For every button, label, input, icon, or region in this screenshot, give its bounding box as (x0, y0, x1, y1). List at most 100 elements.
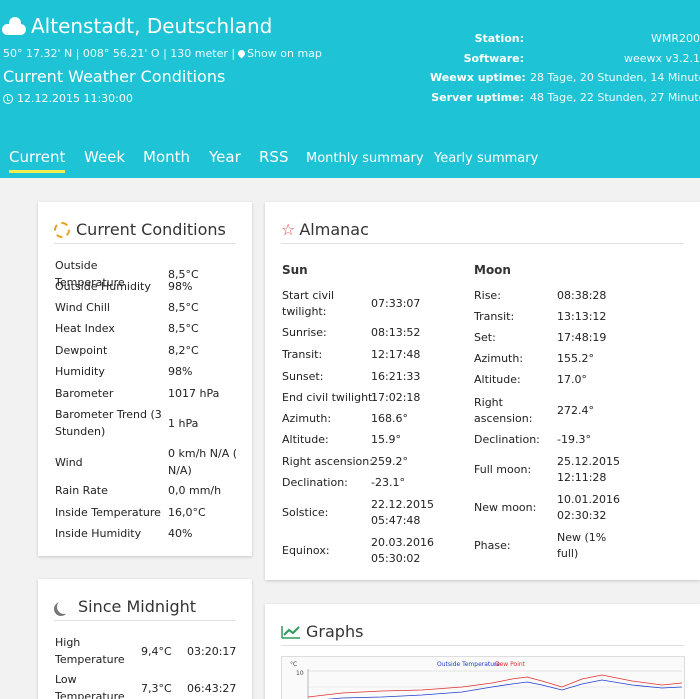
sun-row: Declination: -23.1° (282, 475, 456, 491)
sun-row: Altitude: 15.9° (282, 432, 456, 448)
condition-label: Rain Rate (55, 484, 108, 497)
tab-monthly-summary[interactable]: Monthly summary (306, 151, 424, 166)
moon-row: Transit: 13:13:12 (474, 309, 647, 325)
condition-value: 8,5°C (168, 322, 199, 335)
moon-column-title: Moon (474, 263, 511, 277)
info-value: 28 Tage, 20 Stunden, 14 Minuten (530, 71, 700, 85)
card-title: Almanac (299, 220, 369, 239)
midnight-row: High Temperature 9,4°C 03:20:17 (55, 634, 247, 668)
sun-value: -23.1° (371, 476, 405, 489)
condition-value: 16,0°C (168, 506, 206, 519)
tab-week[interactable]: Week (84, 148, 125, 166)
sun-label: Start civil twilight: (282, 289, 335, 318)
moon-value: 17:48:19 (557, 331, 607, 344)
sun-label: Declination: (282, 476, 348, 489)
star-icon: ☆ (281, 219, 296, 239)
condition-value: 8,2°C (168, 344, 199, 357)
condition-row: Humidity 98% (55, 363, 258, 380)
sun-label: Equinox: (282, 544, 330, 557)
condition-value: 8,5°C (168, 301, 199, 314)
condition-label: Barometer Trend (3 Stunden) (55, 408, 162, 438)
moon-label: Rise: (474, 289, 501, 302)
sun-label: Sunrise: (282, 326, 327, 339)
condition-label: Wind Chill (55, 301, 110, 314)
moon-label: New moon: (474, 501, 537, 514)
moon-label: Altitude: (474, 373, 521, 386)
info-value: 48 Tage, 22 Stunden, 27 Minuten (530, 90, 700, 104)
midnight-label: High Temperature (55, 636, 125, 666)
condition-value: 40% (168, 527, 193, 540)
sun-value: 07:33:07 (371, 297, 421, 310)
condition-value: 98% (168, 280, 193, 293)
midnight-value: 7,3°C (141, 681, 172, 695)
sun-row: Right ascension: 259.2° (282, 454, 456, 470)
tab-month[interactable]: Month (143, 148, 190, 166)
card-header: Graphs (281, 622, 684, 646)
card-title: Current Conditions (76, 220, 226, 239)
sun-value: 20.03.2016 05:30:02 (371, 536, 434, 565)
sun-row: Equinox: 20.03.2016 05:30:02 (282, 535, 456, 567)
conditions-title: Current Weather Conditions (3, 67, 226, 86)
coordinates-text: 50° 17.32' N | 008° 56.21' O | 130 meter… (3, 47, 236, 60)
moon-value: 13:13:12 (557, 310, 607, 323)
graph-y-tick: 10 (296, 670, 304, 677)
info-label: Server uptime: (431, 90, 524, 104)
site-header: Altenstadt, Deutschland 50° 17.32' N | 0… (0, 0, 700, 178)
moon-label: Phase: (474, 539, 511, 552)
sun-label: Solstice: (282, 506, 329, 519)
sun-row: Sunrise: 08:13:52 (282, 325, 456, 341)
sun-icon (54, 221, 70, 238)
sun-row: Azimuth: 168.6° (282, 411, 456, 427)
card-title: Graphs (306, 622, 364, 641)
card-header: Current Conditions (54, 220, 236, 244)
graph-temperature-line (307, 674, 683, 698)
tab-current[interactable]: Current (9, 148, 66, 173)
moon-label: Right ascension: (474, 396, 533, 425)
sun-value: 259.2° (371, 455, 408, 468)
info-row: Station: WMR200 (430, 29, 700, 49)
sun-label: Altitude: (282, 433, 329, 446)
moon-label: Full moon: (474, 463, 532, 476)
moon-label: Transit: (474, 310, 515, 323)
sun-value: 12:17:48 (371, 348, 421, 361)
sun-value: 16:21:33 (371, 370, 421, 383)
moon-value: 272.4° (557, 404, 594, 417)
tab-rss[interactable]: RSS (259, 148, 288, 166)
moon-value: -19.3° (557, 433, 591, 446)
condition-row: Wind Chill 8,5°C (55, 299, 258, 316)
info-value: WMR200 (650, 32, 700, 46)
temperature-graph-image[interactable]: °C 10 Outside Temperature Dew Point (281, 656, 685, 699)
sun-value: 08:13:52 (371, 326, 421, 339)
graph-legend-temperature: Outside Temperature (437, 661, 500, 668)
moon-value: 17.0° (557, 373, 587, 386)
tab-yearly-summary[interactable]: Yearly summary (434, 151, 538, 166)
card-title: Since Midnight (78, 597, 197, 616)
info-row: Server uptime: 48 Tage, 22 Stunden, 27 M… (430, 88, 700, 108)
show-on-map-link[interactable]: Show on map (247, 47, 322, 60)
moon-row: Altitude: 17.0° (474, 372, 647, 388)
condition-label: Wind (55, 455, 83, 469)
moon-row: Set: 17:48:19 (474, 330, 647, 346)
info-value: weewx v3.2.1 (623, 51, 700, 65)
graph-unit: °C (290, 661, 297, 668)
sun-label: Azimuth: (282, 412, 332, 425)
moon-row: Phase: New (1% full) (474, 530, 617, 562)
sun-value: 17:02:18 (371, 391, 421, 404)
title-row: Altenstadt, Deutschland (2, 14, 272, 38)
condition-value: 1 hPa (168, 416, 199, 430)
condition-row: Outside Humidity 98% (55, 278, 258, 295)
tab-year[interactable]: Year (209, 148, 241, 166)
condition-row: Rain Rate 0,0 mm/h (55, 482, 258, 499)
condition-value: 0,0 mm/h (168, 484, 222, 497)
card-header: Since Midnight (54, 597, 236, 621)
condition-label: Inside Humidity (55, 527, 142, 540)
card-header: ☆ Almanac (281, 220, 684, 244)
graph-legend-dewpoint: Dew Point (495, 661, 526, 668)
moon-value: New (1% full) (557, 531, 607, 560)
moon-row: Declination: -19.3° (474, 432, 647, 448)
info-row: Weewx uptime: 28 Tage, 20 Stunden, 14 Mi… (430, 68, 700, 88)
condition-row: Inside Temperature 16,0°C (55, 504, 258, 521)
condition-row: Barometer 1017 hPa (55, 385, 258, 402)
sun-label: Right ascension: (282, 455, 373, 468)
condition-value: 1017 hPa (168, 387, 220, 400)
